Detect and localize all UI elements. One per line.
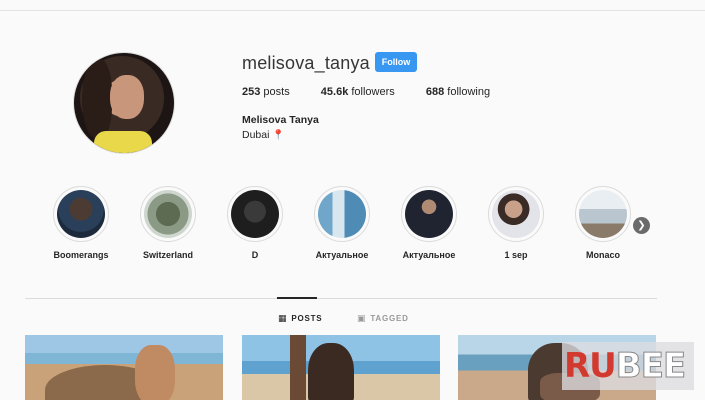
- tab-tagged-label: TAGGED: [370, 314, 409, 323]
- highlight-d[interactable]: D: [220, 186, 290, 260]
- following-stat[interactable]: 688 following: [426, 86, 490, 98]
- profile-avatar[interactable]: [73, 52, 175, 154]
- highlight-1-sep[interactable]: 1 sep: [481, 186, 551, 260]
- highlight-label: Актуальное: [315, 250, 369, 260]
- highlight-ring: [53, 186, 109, 242]
- bio-text: Dubai: [242, 129, 270, 141]
- highlight-label: Актуальное: [402, 250, 456, 260]
- highlight-ring: [314, 186, 370, 242]
- following-count: 688: [425, 86, 445, 98]
- watermark-logo: RUBEE: [562, 342, 694, 390]
- tab-posts[interactable]: ▦ POSTS: [278, 313, 322, 324]
- post-shape: [135, 345, 175, 400]
- tab-posts-label: POSTS: [291, 314, 323, 323]
- highlight-label: D: [251, 250, 259, 260]
- highlight-aktualnoe-1[interactable]: Актуальное: [307, 186, 377, 260]
- highlight-label: Switzerland: [142, 250, 193, 260]
- highlight-ring: [488, 186, 544, 242]
- avatar-shirt: [94, 131, 152, 153]
- highlight-ring: [140, 186, 196, 242]
- tag-icon: ▣: [357, 313, 367, 323]
- post-thumbnail[interactable]: [25, 335, 223, 400]
- highlight-ring: [401, 186, 457, 242]
- followers-stat[interactable]: 45.6k followers: [321, 86, 395, 98]
- pin-icon: 📍: [272, 130, 285, 141]
- watermark-part-b: BEE: [615, 346, 686, 387]
- highlight-monaco[interactable]: Monaco: [568, 186, 638, 260]
- highlight-label: Monaco: [585, 250, 620, 260]
- posts-label: posts: [263, 86, 290, 98]
- profile-stats: 253 posts 45.6k followers 688 following: [242, 86, 518, 98]
- posts-stat[interactable]: 253 posts: [242, 86, 290, 98]
- highlight-thumbnail: [405, 190, 453, 238]
- highlight-ring: [227, 186, 283, 242]
- profile-username: melisova_tanya: [242, 53, 370, 73]
- highlight-label: Boomerangs: [53, 250, 109, 260]
- avatar-face: [110, 75, 144, 119]
- highlight-thumbnail: [231, 190, 279, 238]
- highlight-switzerland[interactable]: Switzerland: [133, 186, 203, 260]
- highlight-thumbnail: [57, 190, 105, 238]
- follow-button[interactable]: Follow: [375, 52, 417, 72]
- highlight-thumbnail: [492, 190, 540, 238]
- active-tab-indicator: [277, 297, 317, 299]
- tabs-divider: [25, 298, 657, 299]
- profile-bio: Dubai 📍: [242, 129, 285, 141]
- post-thumbnail[interactable]: [242, 335, 440, 400]
- highlight-boomerangs[interactable]: Boomerangs: [46, 186, 116, 260]
- post-shape: [290, 335, 306, 400]
- highlight-thumbnail: [318, 190, 366, 238]
- followers-count: 45.6k: [320, 86, 349, 98]
- highlight-ring: [575, 186, 631, 242]
- followers-label: followers: [351, 86, 395, 98]
- post-shape: [308, 343, 354, 400]
- tab-tagged[interactable]: ▣ TAGGED: [357, 313, 409, 324]
- avatar-hair: [82, 59, 112, 139]
- profile-full-name: Melisova Tanya: [242, 114, 319, 126]
- highlight-thumbnail: [144, 190, 192, 238]
- highlight-thumbnail: [579, 190, 627, 238]
- top-divider: [0, 10, 705, 11]
- chevron-right-icon[interactable]: ❯: [633, 217, 650, 234]
- grid-icon: ▦: [278, 313, 288, 323]
- posts-count: 253: [242, 86, 261, 98]
- watermark-part-a: RU: [564, 346, 617, 386]
- following-label: following: [447, 86, 491, 98]
- highlight-label: 1 sep: [504, 250, 528, 260]
- highlight-aktualnoe-2[interactable]: Актуальное: [394, 186, 464, 260]
